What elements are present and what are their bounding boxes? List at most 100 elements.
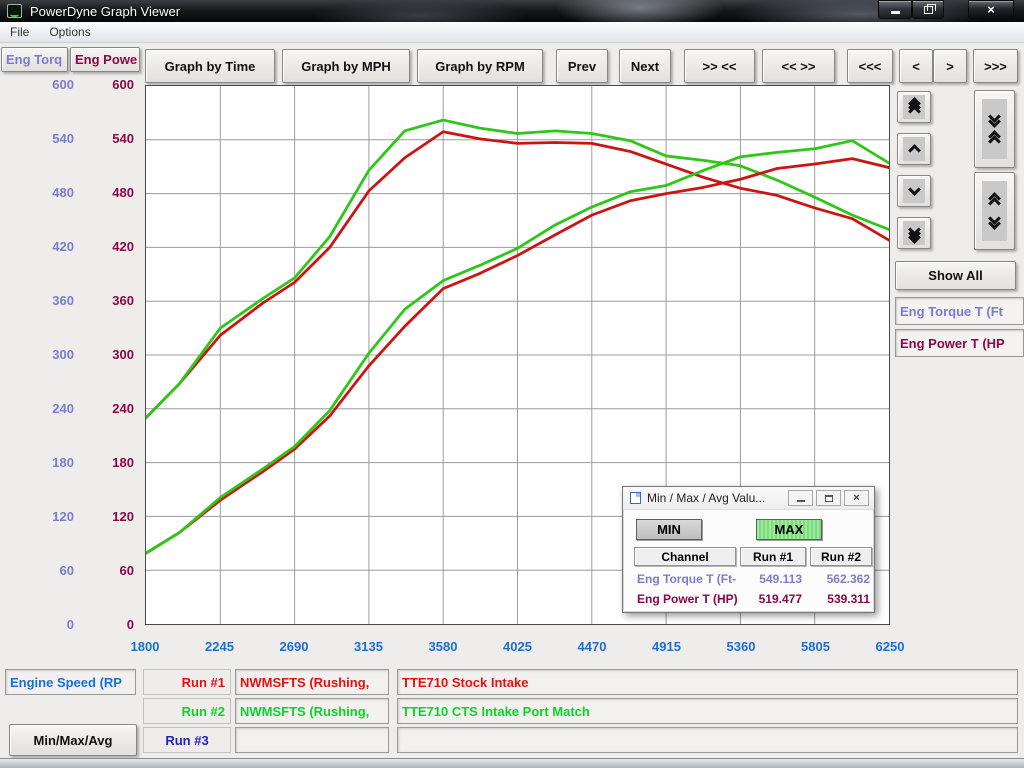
max-tab-button[interactable]: MAX (756, 519, 822, 540)
title-bar: PowerDyne Graph Viewer × (0, 0, 1024, 22)
rpm-tick-label: 2245 (190, 639, 250, 654)
chevron-triple-up-icon (903, 95, 925, 119)
next-button[interactable]: Next (619, 49, 671, 83)
torque-axis-labels: 600540480420360300240180120600 (0, 85, 76, 625)
chevrons-collapse-vertical-icon (982, 99, 1007, 159)
scroll-far-left-button[interactable]: <<< (847, 49, 893, 83)
run1-description-field[interactable]: TTE710 Stock Intake (397, 669, 1018, 695)
torque-row-run1-value: 549.113 (740, 572, 802, 586)
menu-options[interactable]: Options (39, 23, 100, 41)
chevron-triple-down-icon (903, 221, 925, 245)
x-channel-label[interactable]: Engine Speed (RP (5, 669, 136, 695)
minmax-dialog: Min / Max / Avg Valu... × MIN MAX Channe… (622, 486, 875, 613)
app-icon (7, 4, 22, 18)
scroll-top-button[interactable] (897, 91, 931, 123)
power-tick-label: 420 (112, 239, 134, 254)
rpm-tick-label: 4470 (562, 639, 622, 654)
rpm-tick-label: 3580 (413, 639, 473, 654)
min-tab-button[interactable]: MIN (636, 519, 702, 540)
torque-tick-label: 0 (67, 617, 74, 632)
power-row-run2-value: 539.311 (808, 592, 870, 606)
power-tick-label: 480 (112, 185, 134, 200)
rpm-tick-label: 1800 (115, 639, 175, 654)
power-row-channel: Eng Power T (HP) (637, 592, 745, 606)
torque-tick-label: 600 (52, 77, 74, 92)
expand-y-button[interactable] (974, 172, 1015, 250)
chevrons-expand-vertical-icon (982, 181, 1007, 241)
graph-by-time-button[interactable]: Graph by Time (145, 49, 275, 83)
power-tick-label: 0 (127, 617, 134, 632)
rpm-tick-label: 4915 (637, 639, 697, 654)
menu-bar: File Options (0, 22, 1024, 43)
scroll-bottom-button[interactable] (897, 217, 931, 249)
dialog-close-button[interactable]: × (844, 490, 869, 506)
close-icon: × (853, 493, 859, 504)
minimize-icon (891, 11, 900, 14)
rpm-tick-label: 5360 (711, 639, 771, 654)
power-tick-label: 120 (112, 509, 134, 524)
menu-file[interactable]: File (0, 23, 39, 41)
column-header-channel: Channel (634, 547, 736, 566)
zoom-in-x-button[interactable]: >> << (684, 49, 755, 83)
minimize-icon (797, 500, 805, 502)
power-tick-label: 360 (112, 293, 134, 308)
rpm-tick-label: 2690 (264, 639, 324, 654)
torque-tick-label: 420 (52, 239, 74, 254)
power-axis-labels: 600540480420360300240180120600 (0, 85, 136, 625)
power-row-run1-value: 519.477 (740, 592, 802, 606)
rpm-tick-label: 3135 (339, 639, 399, 654)
run3-description-field[interactable] (397, 727, 1018, 753)
maximize-button[interactable] (912, 0, 944, 19)
torque-tick-label: 360 (52, 293, 74, 308)
torque-tick-label: 300 (52, 347, 74, 362)
torque-axis-toggle[interactable]: Eng Torq (1, 47, 68, 72)
zoom-out-x-button[interactable]: << >> (762, 49, 835, 83)
maximize-icon (924, 6, 933, 14)
scroll-right-button[interactable]: > (933, 49, 967, 83)
collapse-y-button[interactable] (974, 90, 1015, 168)
rpm-tick-label: 5805 (786, 639, 846, 654)
show-all-button[interactable]: Show All (895, 261, 1016, 290)
run2-label: Run #2 (143, 698, 231, 724)
torque-channel-label[interactable]: Eng Torque T (Ft (895, 297, 1024, 325)
power-tick-label: 540 (112, 131, 134, 146)
window-title: PowerDyne Graph Viewer (30, 4, 180, 19)
run1-name-field[interactable]: NWMSFTS (Rushing, (235, 669, 389, 695)
rpm-tick-label: 6250 (860, 639, 920, 654)
run2-name-field[interactable]: NWMSFTS (Rushing, (235, 698, 389, 724)
torque-tick-label: 480 (52, 185, 74, 200)
close-button[interactable]: × (968, 0, 1014, 19)
taskbar-edge (0, 758, 1024, 768)
dialog-maximize-button[interactable] (816, 490, 841, 506)
prev-button[interactable]: Prev (556, 49, 608, 83)
torque-row-run2-value: 562.362 (808, 572, 870, 586)
chevron-down-icon (903, 179, 925, 203)
graph-by-mph-button[interactable]: Graph by MPH (282, 49, 410, 83)
power-tick-label: 180 (112, 455, 134, 470)
power-channel-label[interactable]: Eng Power T (HP (895, 329, 1024, 357)
power-axis-toggle[interactable]: Eng Powe (70, 47, 140, 72)
minmax-dialog-title: Min / Max / Avg Valu... (647, 491, 765, 505)
scroll-down-button[interactable] (897, 175, 931, 207)
scroll-up-button[interactable] (897, 133, 931, 165)
run3-label: Run #3 (143, 727, 231, 753)
rpm-tick-label: 4025 (488, 639, 548, 654)
dialog-minimize-button[interactable] (788, 490, 813, 506)
chevron-up-icon (903, 137, 925, 161)
graph-by-rpm-button[interactable]: Graph by RPM (417, 49, 543, 83)
minmax-dialog-titlebar[interactable]: Min / Max / Avg Valu... × (623, 487, 874, 510)
scroll-left-button[interactable]: < (899, 49, 933, 83)
minmaxavg-button[interactable]: Min/Max/Avg (9, 724, 137, 756)
app-window: PowerDyne Graph Viewer × File Options En… (0, 0, 1024, 768)
run3-name-field[interactable] (235, 727, 389, 753)
run2-description-field[interactable]: TTE710 CTS Intake Port Match (397, 698, 1018, 724)
column-header-run2: Run #2 (810, 547, 872, 566)
minimize-button[interactable] (878, 0, 912, 19)
torque-tick-label: 240 (52, 401, 74, 416)
power-tick-label: 60 (120, 563, 134, 578)
power-tick-label: 600 (112, 77, 134, 92)
power-tick-label: 300 (112, 347, 134, 362)
scroll-far-right-button[interactable]: >>> (973, 49, 1018, 83)
column-header-run1: Run #1 (740, 547, 806, 566)
torque-tick-label: 540 (52, 131, 74, 146)
